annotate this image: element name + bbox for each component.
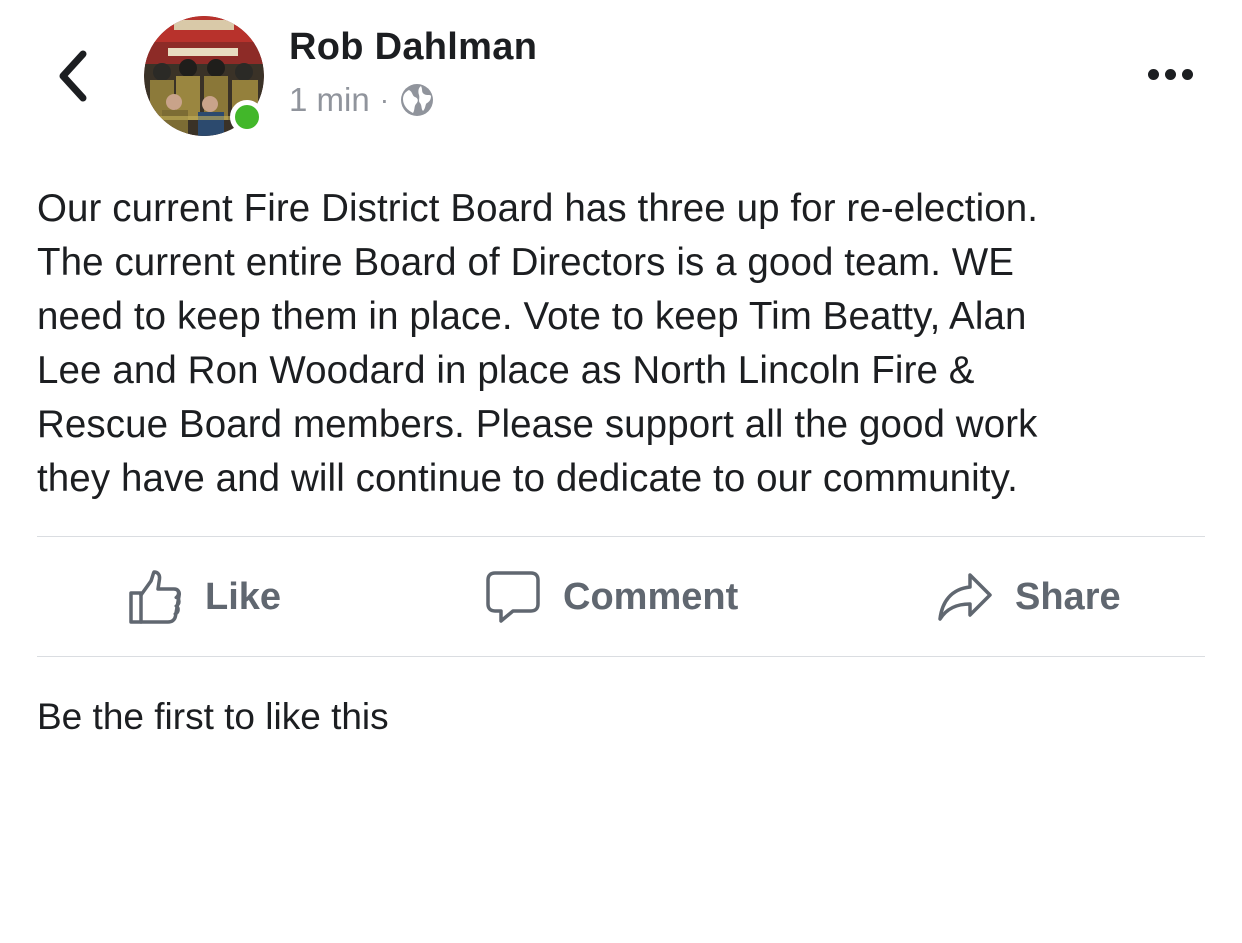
post-line: Lee and Ron Woodard in place as North Li…	[37, 349, 975, 392]
post-line: The current entire Board of Directors is…	[37, 241, 1015, 284]
author-avatar-wrap	[144, 16, 264, 136]
meta-separator: ·	[379, 84, 390, 115]
comment-bubble-icon	[486, 571, 540, 623]
thumbs-up-icon	[129, 570, 181, 624]
more-horizontal-icon	[1147, 68, 1193, 80]
author-name[interactable]: Rob Dahlman	[289, 24, 537, 70]
comment-button[interactable]: Comment	[485, 538, 738, 656]
divider-bottom	[37, 656, 1205, 657]
more-options-button[interactable]	[1140, 56, 1200, 92]
globe-icon[interactable]	[399, 82, 435, 118]
share-arrow-icon	[938, 573, 992, 621]
post-action-bar: Like Comment Share	[37, 538, 1205, 656]
post-line: they have and will continue to dedicate …	[37, 457, 1018, 500]
post-timestamp[interactable]: 1 min	[289, 81, 370, 119]
post-line: Rescue Board members. Please support all…	[37, 403, 1038, 446]
post-line: Our current Fire District Board has thre…	[37, 187, 1039, 230]
comment-label: Comment	[563, 575, 739, 618]
divider-top	[37, 536, 1205, 537]
share-button[interactable]: Share	[937, 538, 1121, 656]
post-line: need to keep them in place. Vote to keep…	[37, 295, 1027, 338]
back-button[interactable]	[44, 44, 100, 108]
like-label: Like	[205, 575, 282, 618]
share-label: Share	[1015, 575, 1121, 618]
online-status-indicator	[230, 100, 264, 134]
like-button[interactable]: Like	[127, 538, 281, 656]
post-body: Our current Fire District Board has thre…	[37, 182, 1217, 506]
likes-summary: Be the first to like this	[37, 696, 389, 737]
post-meta: 1 min ·	[289, 80, 435, 120]
chevron-left-icon	[59, 50, 87, 102]
